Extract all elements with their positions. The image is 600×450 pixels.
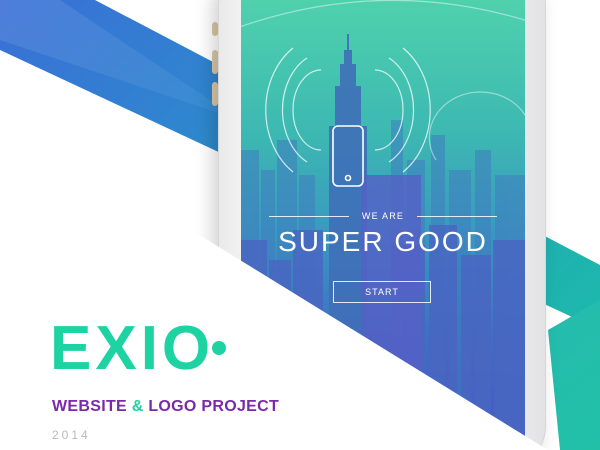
- logo-dot-icon: [212, 341, 226, 355]
- eyebrow-text: WE ARE: [361, 211, 405, 221]
- project-tagline: WEBSITE & LOGO PROJECT: [52, 398, 279, 416]
- start-button[interactable]: START: [333, 281, 431, 303]
- tagline-ampersand: &: [131, 398, 144, 415]
- project-year: 2014: [52, 428, 91, 442]
- exio-logo: EXIO: [50, 314, 215, 383]
- artboard: WE ARE SUPER GOOD START EXIO WEBSITE & L…: [0, 0, 600, 450]
- hero-headline: SUPER GOOD: [278, 226, 488, 257]
- tagline-logo-project: LOGO PROJECT: [148, 398, 280, 415]
- tagline-website: WEBSITE: [52, 398, 127, 415]
